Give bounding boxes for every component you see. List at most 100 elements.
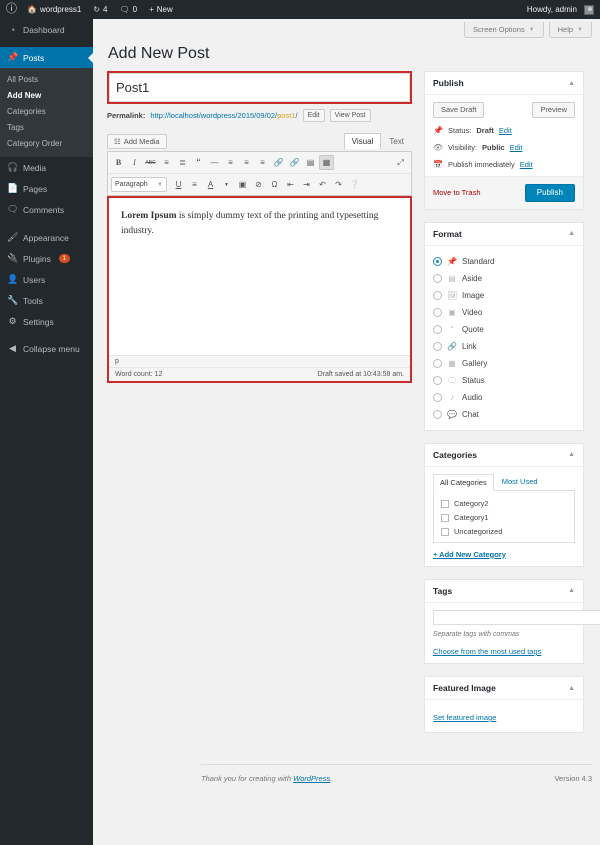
format-option-link[interactable]: 🔗 Link bbox=[433, 338, 575, 355]
checkbox-icon[interactable] bbox=[441, 514, 449, 522]
edit-permalink-button[interactable]: Edit bbox=[303, 109, 325, 122]
most-used-tags-link[interactable]: Choose from the most used tags bbox=[433, 647, 575, 656]
category-item[interactable]: Category2 bbox=[441, 497, 567, 511]
italic-icon[interactable]: I bbox=[127, 155, 142, 170]
paragraph-format-select[interactable]: Paragraph ▼ bbox=[111, 177, 167, 192]
kitchen-sink-icon[interactable]: ▦ bbox=[319, 155, 334, 170]
tab-all-categories[interactable]: All Categories bbox=[433, 474, 494, 491]
horizontal-rule-icon[interactable]: — bbox=[207, 155, 222, 170]
bold-icon[interactable]: B bbox=[111, 155, 126, 170]
category-item[interactable]: Uncategorized bbox=[441, 525, 567, 539]
link-icon[interactable]: 🔗 bbox=[271, 155, 286, 170]
strikethrough-icon[interactable]: ABC bbox=[143, 155, 158, 170]
format-option-gallery[interactable]: ▦ Gallery bbox=[433, 355, 575, 372]
format-option-standard[interactable]: 📌 Standard bbox=[433, 253, 575, 270]
tab-most-used[interactable]: Most Used bbox=[496, 474, 544, 490]
publish-button[interactable]: Publish bbox=[525, 184, 575, 202]
sidebar-item-dashboard[interactable]: ◔ Dashboard bbox=[0, 19, 93, 40]
edit-schedule-link[interactable]: Edit bbox=[520, 160, 533, 169]
outdent-icon[interactable]: ⇤ bbox=[283, 177, 298, 192]
help-tab[interactable]: Help ▼ bbox=[549, 22, 592, 38]
numbered-list-icon[interactable]: ≣ bbox=[175, 155, 190, 170]
view-post-button[interactable]: View Post bbox=[330, 109, 371, 122]
chevron-up-icon[interactable]: ▲ bbox=[568, 587, 575, 594]
format-option-audio[interactable]: ♪ Audio bbox=[433, 389, 575, 406]
format-option-image[interactable]: 🖼 Image bbox=[433, 287, 575, 304]
justify-icon[interactable]: ≡ bbox=[187, 177, 202, 192]
sidebar-item-tools[interactable]: 🔧 Tools bbox=[0, 290, 93, 311]
special-character-icon[interactable]: Ω bbox=[267, 177, 282, 192]
checkbox-icon[interactable] bbox=[441, 500, 449, 508]
sidebar-item-label: Posts bbox=[23, 53, 44, 63]
dashboard-icon: ◔ bbox=[7, 25, 18, 35]
undo-icon[interactable]: ↶ bbox=[315, 177, 330, 192]
sidebar-item-media[interactable]: 🎧 Media bbox=[0, 157, 93, 178]
new-content-menu[interactable]: + New bbox=[143, 0, 179, 19]
format-option-aside[interactable]: ▤ Aside bbox=[433, 270, 575, 287]
sidebar-item-label: Media bbox=[23, 163, 46, 173]
chevron-up-icon[interactable]: ▲ bbox=[568, 80, 575, 87]
wordpress-logo-icon[interactable]: ⓘ bbox=[0, 4, 21, 15]
sidebar-item-posts[interactable]: 📌 Posts bbox=[0, 47, 93, 68]
site-name-menu[interactable]: 🏠 wordpress1 bbox=[21, 0, 87, 19]
clear-formatting-icon[interactable]: ⊘ bbox=[251, 177, 266, 192]
account-menu[interactable]: Howdy, admin bbox=[521, 0, 600, 19]
text-color-icon[interactable]: A bbox=[203, 177, 218, 192]
paste-as-text-icon[interactable]: ▣ bbox=[235, 177, 250, 192]
underline-icon[interactable]: U bbox=[171, 177, 186, 192]
help-icon[interactable]: ❔ bbox=[347, 177, 362, 192]
align-center-icon[interactable]: ≡ bbox=[239, 155, 254, 170]
chevron-up-icon[interactable]: ▲ bbox=[568, 230, 575, 237]
tab-visual[interactable]: Visual bbox=[344, 133, 382, 149]
fullscreen-icon[interactable]: ⤢ bbox=[393, 155, 408, 170]
category-item[interactable]: Category1 bbox=[441, 511, 567, 525]
blockquote-icon[interactable]: “ bbox=[191, 155, 206, 170]
format-option-chat[interactable]: 💬 Chat bbox=[433, 406, 575, 423]
preview-button[interactable]: Preview bbox=[532, 102, 575, 118]
checkbox-icon[interactable] bbox=[441, 528, 449, 536]
permalink-slug[interactable]: post1 bbox=[277, 111, 295, 120]
post-title-input[interactable] bbox=[109, 73, 410, 102]
save-draft-button[interactable]: Save Draft bbox=[433, 102, 484, 118]
bulleted-list-icon[interactable]: ≡ bbox=[159, 155, 174, 170]
sidebar-item-plugins[interactable]: 🔌 Plugins 1 bbox=[0, 248, 93, 269]
move-to-trash-link[interactable]: Move to Trash bbox=[433, 188, 481, 197]
format-option-quote[interactable]: “ Quote bbox=[433, 321, 575, 338]
sidebar-subitem-tags[interactable]: Tags bbox=[0, 120, 93, 136]
indent-icon[interactable]: ⇥ bbox=[299, 177, 314, 192]
collapse-menu-button[interactable]: ◀ Collapse menu bbox=[0, 338, 93, 359]
add-new-category-link[interactable]: + Add New Category bbox=[433, 550, 575, 559]
text-color-dropdown-icon[interactable]: ▼ bbox=[219, 177, 234, 192]
edit-status-link[interactable]: Edit bbox=[499, 126, 512, 135]
sidebar-item-appearance[interactable]: 🖌 Appearance bbox=[0, 227, 93, 248]
chevron-up-icon[interactable]: ▲ bbox=[568, 451, 575, 458]
read-more-icon[interactable]: ▤ bbox=[303, 155, 318, 170]
add-media-button[interactable]: ☷ Add Media bbox=[107, 134, 167, 150]
tab-text[interactable]: Text bbox=[381, 133, 412, 149]
sidebar-item-comments[interactable]: 🗨 Comments bbox=[0, 199, 93, 220]
sidebar-item-users[interactable]: 👤 Users bbox=[0, 269, 93, 290]
align-right-icon[interactable]: ≡ bbox=[255, 155, 270, 170]
admin-bar: ⓘ 🏠 wordpress1 ↻ 4 🗨 0 + New Howdy, admi… bbox=[0, 0, 600, 19]
redo-icon[interactable]: ↷ bbox=[331, 177, 346, 192]
align-left-icon[interactable]: ≡ bbox=[223, 155, 238, 170]
tags-input[interactable] bbox=[433, 610, 600, 625]
updates-menu[interactable]: ↻ 4 bbox=[87, 0, 113, 19]
sidebar-subitem-add-new[interactable]: Add New bbox=[0, 88, 93, 104]
comments-menu[interactable]: 🗨 0 bbox=[113, 0, 143, 19]
sidebar-subitem-all-posts[interactable]: All Posts bbox=[0, 72, 93, 88]
sidebar-subitem-category-order[interactable]: Category Order bbox=[0, 136, 93, 152]
edit-visibility-link[interactable]: Edit bbox=[510, 143, 523, 152]
sidebar-item-label: Comments bbox=[23, 205, 64, 215]
sidebar-item-pages[interactable]: 📄 Pages bbox=[0, 178, 93, 199]
format-option-video[interactable]: ▣ Video bbox=[433, 304, 575, 321]
sidebar-item-settings[interactable]: ⚙ Settings bbox=[0, 311, 93, 332]
unlink-icon[interactable]: 🔗 bbox=[287, 155, 302, 170]
chevron-up-icon[interactable]: ▲ bbox=[568, 685, 575, 692]
set-featured-image-link[interactable]: Set featured image bbox=[433, 713, 496, 722]
format-option-status[interactable]: 🗨 Status bbox=[433, 372, 575, 389]
screen-options-tab[interactable]: Screen Options ▼ bbox=[464, 22, 544, 38]
sidebar-subitem-categories[interactable]: Categories bbox=[0, 104, 93, 120]
wordpress-link[interactable]: WordPress bbox=[293, 774, 330, 783]
editor-content-area[interactable]: Lorem Ipsum is simply dummy text of the … bbox=[109, 198, 410, 355]
